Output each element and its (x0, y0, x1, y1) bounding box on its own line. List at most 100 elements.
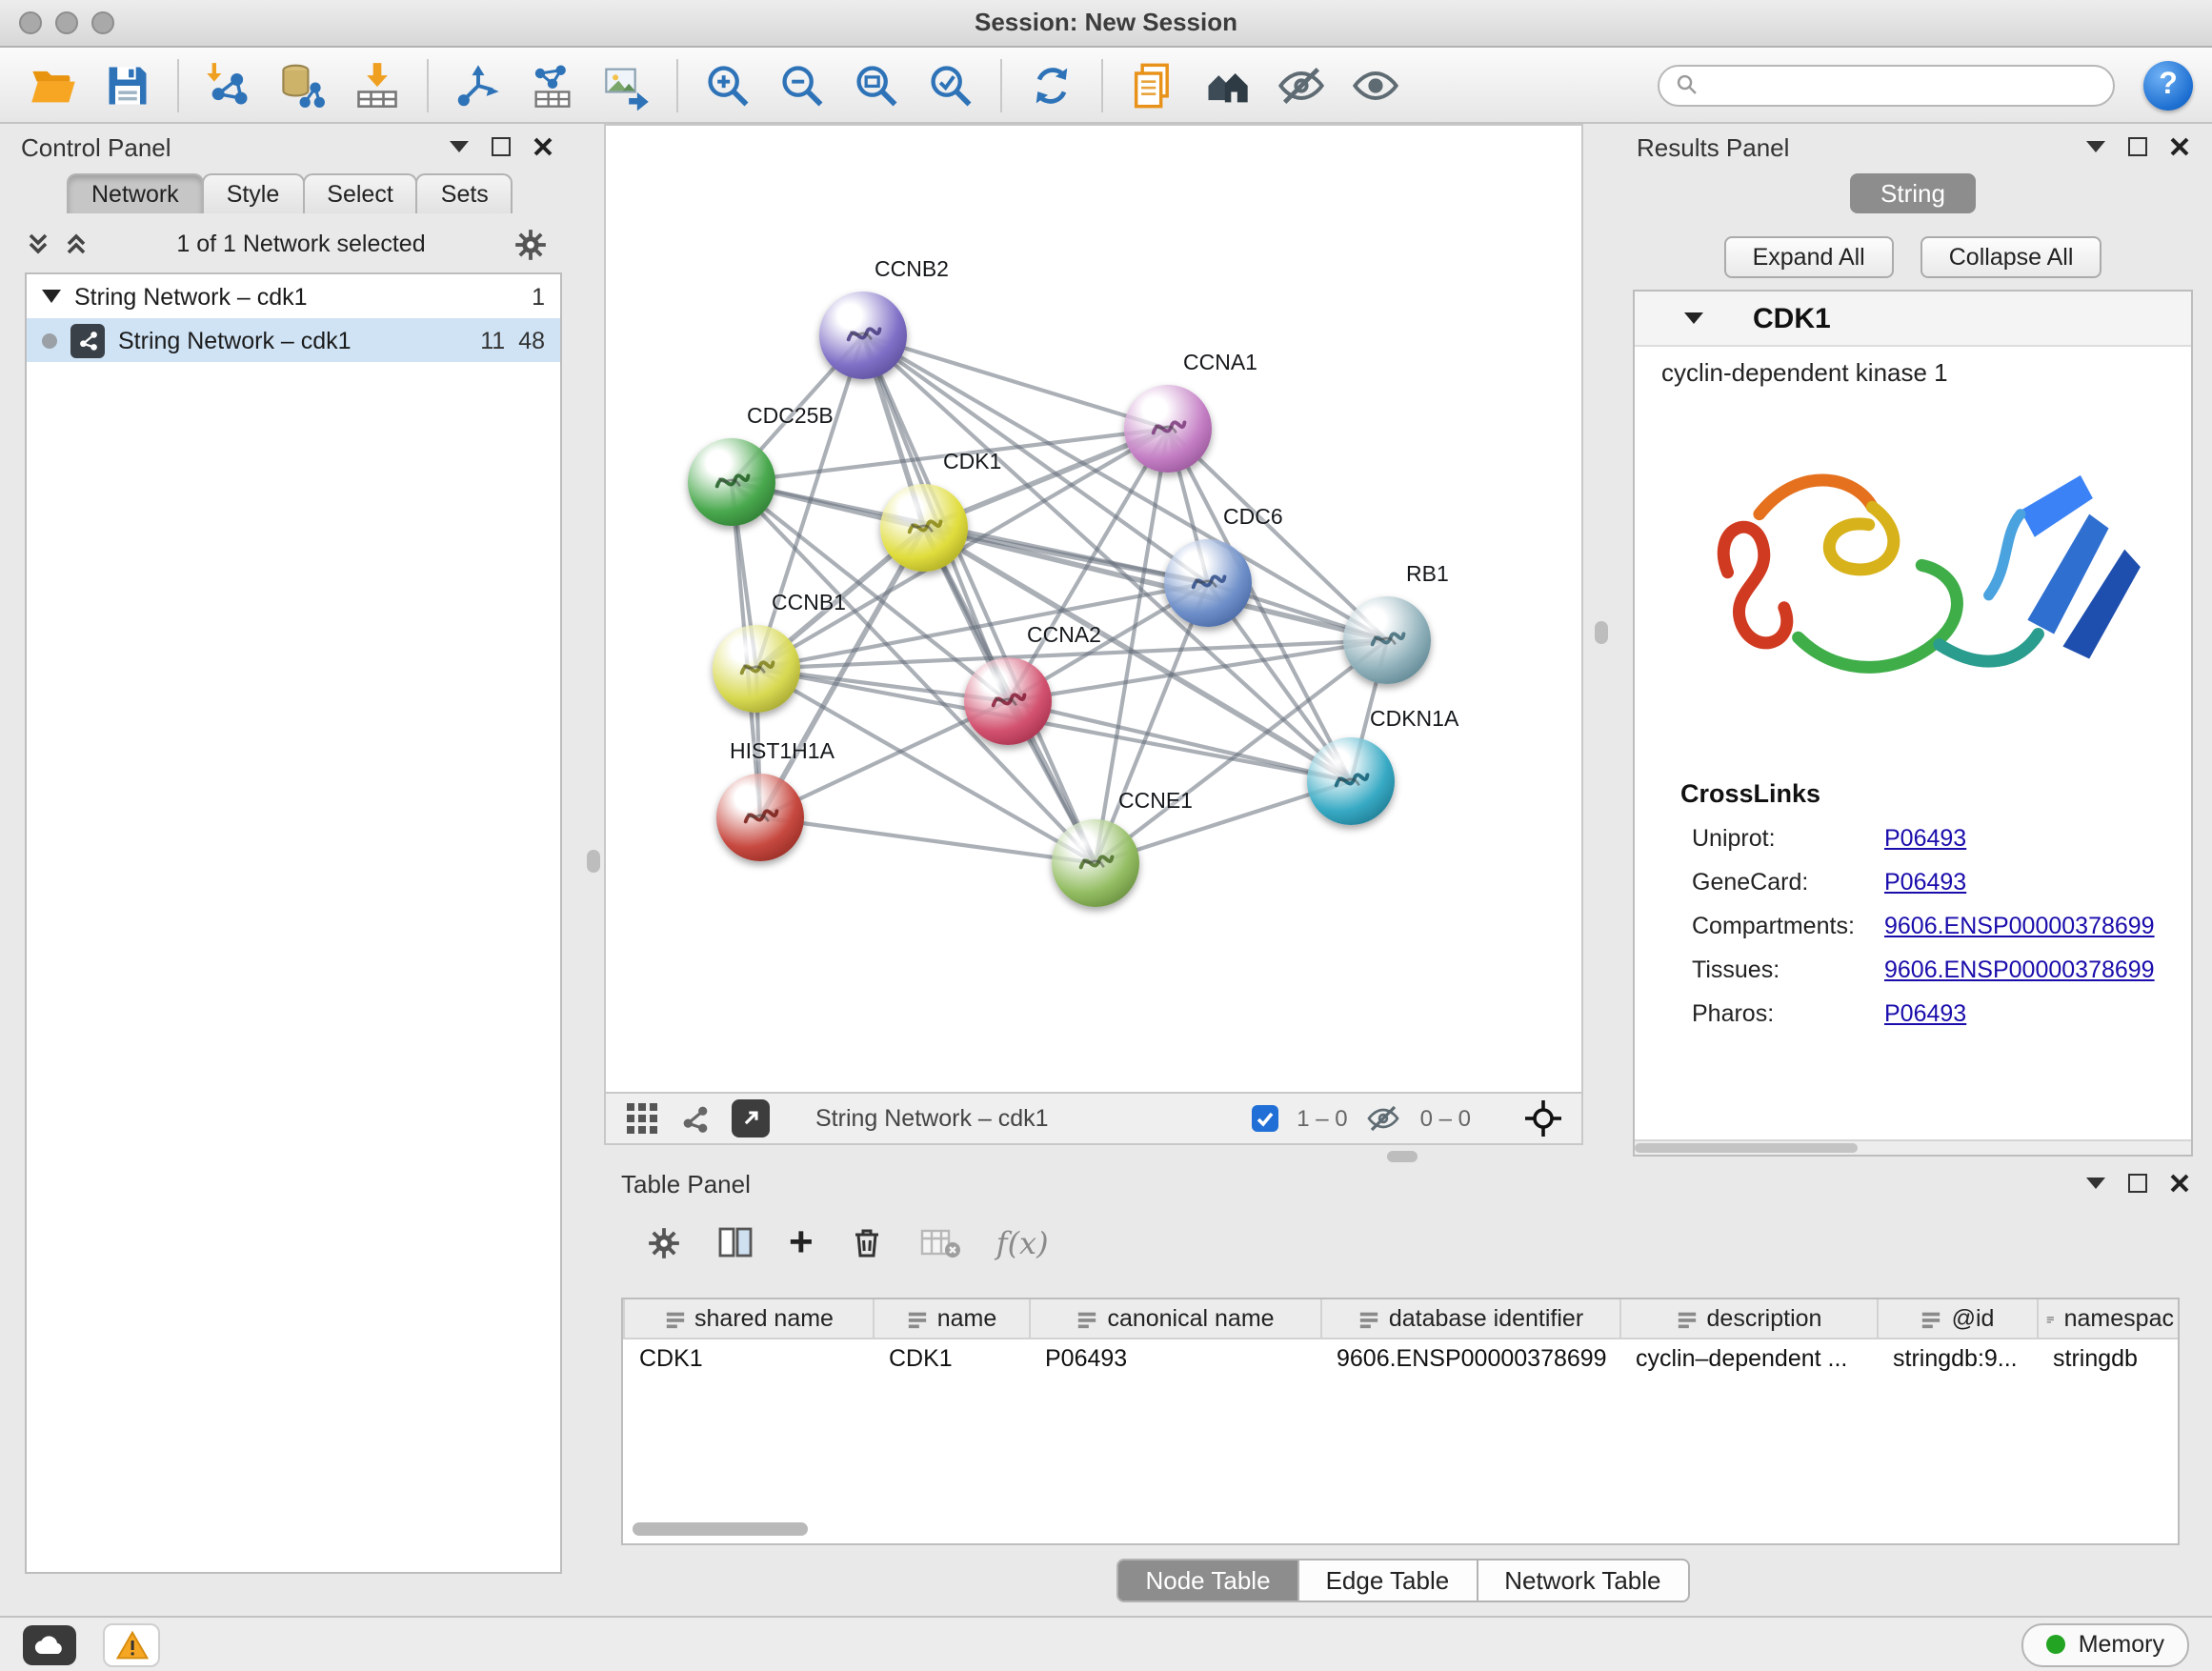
expand-all-icon[interactable] (63, 231, 90, 257)
close-panel-icon[interactable] (533, 137, 553, 156)
panel-menu-icon[interactable] (2086, 141, 2105, 152)
tab-edge-table[interactable]: Edge Table (1297, 1559, 1478, 1602)
search-input[interactable] (1709, 70, 2098, 100)
tab-node-table[interactable]: Node Table (1116, 1559, 1298, 1602)
refresh-button[interactable] (1017, 52, 1086, 117)
selected-checkbox-icon[interactable] (1251, 1105, 1277, 1132)
table-settings-gear-icon[interactable] (646, 1224, 682, 1260)
network-node-ccna2[interactable] (964, 657, 1052, 745)
collapse-all-icon[interactable] (25, 231, 51, 257)
table-cell[interactable]: CDK1 (624, 1339, 874, 1378)
network-node-ccnb2[interactable] (819, 292, 907, 379)
copy-document-button[interactable] (1118, 52, 1187, 117)
select-columns-icon[interactable] (716, 1223, 754, 1261)
tree-expand-icon[interactable] (42, 290, 61, 303)
save-session-button[interactable] (93, 52, 162, 117)
gear-icon[interactable] (513, 226, 549, 262)
float-panel-icon[interactable] (2128, 1174, 2147, 1193)
help-button[interactable]: ? (2143, 60, 2193, 110)
tab-style[interactable]: Style (202, 173, 305, 213)
column-header[interactable]: name (874, 1299, 1030, 1339)
network-node-ccna1[interactable] (1124, 385, 1212, 473)
network-node-hist1h1a[interactable] (716, 774, 804, 861)
import-network-from-database-button[interactable] (269, 52, 337, 117)
table-cell[interactable]: stringdb:9... (1878, 1339, 2038, 1378)
table-cell[interactable]: P06493 (1030, 1339, 1321, 1378)
column-header[interactable]: shared name (624, 1299, 874, 1339)
table-horizontal-scrollbar[interactable] (633, 1522, 808, 1536)
hidden-eye-slash-icon[interactable] (1367, 1101, 1401, 1136)
home-button[interactable] (1193, 52, 1261, 117)
network-collection-row[interactable]: String Network – cdk1 1 (27, 274, 560, 318)
crosslink-link[interactable]: 9606.ENSP00000378699 (1884, 912, 2155, 938)
table-row[interactable]: CDK1 CDK1 P06493 9606.ENSP00000378699 cy… (624, 1339, 2180, 1378)
close-panel-icon[interactable] (2170, 137, 2189, 156)
right-splitter-handle[interactable] (1595, 621, 1608, 644)
search-box[interactable] (1658, 64, 2115, 106)
network-canvas[interactable]: CCNB2CCNA1CDC25BCDK1CDC6RB1CCNB1CCNA2CDK… (604, 124, 1583, 1094)
hide-all-panels-button[interactable] (1267, 52, 1336, 117)
table-cell[interactable]: cyclin–dependent ... (1620, 1339, 1878, 1378)
warnings-button[interactable] (103, 1622, 160, 1666)
network-share-icon[interactable] (678, 1101, 713, 1136)
delete-column-trash-icon[interactable] (848, 1223, 886, 1261)
import-table-button[interactable] (343, 52, 412, 117)
export-image-button[interactable] (593, 52, 661, 117)
network-node-ccnb1[interactable] (713, 625, 800, 713)
function-builder-button[interactable]: f(x) (996, 1224, 1049, 1260)
network-node-rb1[interactable] (1343, 596, 1431, 684)
import-network-from-file-button[interactable] (194, 52, 263, 117)
table-cell[interactable]: stringdb (2038, 1339, 2180, 1378)
crosslink-link[interactable]: P06493 (1884, 824, 1966, 851)
close-panel-icon[interactable] (2170, 1174, 2189, 1193)
results-scrollbar[interactable] (1635, 1139, 2191, 1155)
network-node-cdkn1a[interactable] (1307, 737, 1395, 825)
table-cell[interactable]: 9606.ENSP00000378699 (1321, 1339, 1620, 1378)
float-panel-icon[interactable] (492, 137, 511, 156)
column-header[interactable]: database identifier (1321, 1299, 1620, 1339)
column-header[interactable]: canonical name (1030, 1299, 1321, 1339)
left-splitter-handle[interactable] (587, 850, 600, 873)
memory-button[interactable]: Memory (2021, 1622, 2189, 1666)
tab-select[interactable]: Select (302, 173, 418, 213)
network-node-count: 11 (480, 327, 505, 353)
column-header[interactable]: namespac (2038, 1299, 2180, 1339)
tab-network-table[interactable]: Network Table (1476, 1559, 1689, 1602)
zoom-selected-button[interactable] (916, 52, 985, 117)
show-all-panels-button[interactable] (1341, 52, 1410, 117)
panel-menu-icon[interactable] (2086, 1178, 2105, 1189)
zoom-fit-button[interactable] (842, 52, 911, 117)
expand-all-button[interactable]: Expand All (1724, 236, 1894, 278)
crosslink-link[interactable]: P06493 (1884, 999, 1966, 1026)
network-node-ccne1[interactable] (1052, 819, 1139, 907)
table-cell[interactable]: CDK1 (874, 1339, 1030, 1378)
zoom-out-button[interactable] (768, 52, 836, 117)
string-tab-badge[interactable]: String (1850, 173, 1976, 213)
column-header[interactable]: description (1620, 1299, 1878, 1339)
network-node-cdc25b[interactable] (688, 438, 775, 526)
collapse-all-button[interactable]: Collapse All (1920, 236, 2102, 278)
clone-network-button[interactable] (518, 52, 587, 117)
float-panel-icon[interactable] (2128, 137, 2147, 156)
bottom-splitter-handle[interactable] (1387, 1151, 1418, 1162)
crosslink-link[interactable]: P06493 (1884, 868, 1966, 895)
new-network-button[interactable] (444, 52, 513, 117)
add-column-icon[interactable]: + (789, 1223, 814, 1261)
gene-header-row[interactable]: CDK1 (1635, 292, 2191, 347)
crosslink-link[interactable]: 9606.ENSP00000378699 (1884, 956, 2155, 982)
panel-menu-icon[interactable] (450, 141, 469, 152)
open-session-button[interactable] (19, 52, 88, 117)
birds-eye-view-icon[interactable] (625, 1101, 659, 1136)
network-node-cdk1[interactable] (880, 484, 968, 572)
network-row-selected[interactable]: String Network – cdk1 11 48 (27, 318, 560, 362)
cloud-status-button[interactable] (23, 1624, 76, 1664)
collapse-gene-icon[interactable] (1684, 312, 1703, 324)
table-panel-title: Table Panel (621, 1169, 2063, 1198)
column-header[interactable]: @id (1878, 1299, 2038, 1339)
network-node-cdc6[interactable] (1164, 539, 1252, 627)
export-view-button[interactable] (732, 1099, 770, 1137)
zoom-in-button[interactable] (694, 52, 762, 117)
crosshair-icon[interactable] (1524, 1099, 1562, 1137)
tab-network[interactable]: Network (67, 173, 204, 213)
tab-sets[interactable]: Sets (416, 173, 513, 213)
